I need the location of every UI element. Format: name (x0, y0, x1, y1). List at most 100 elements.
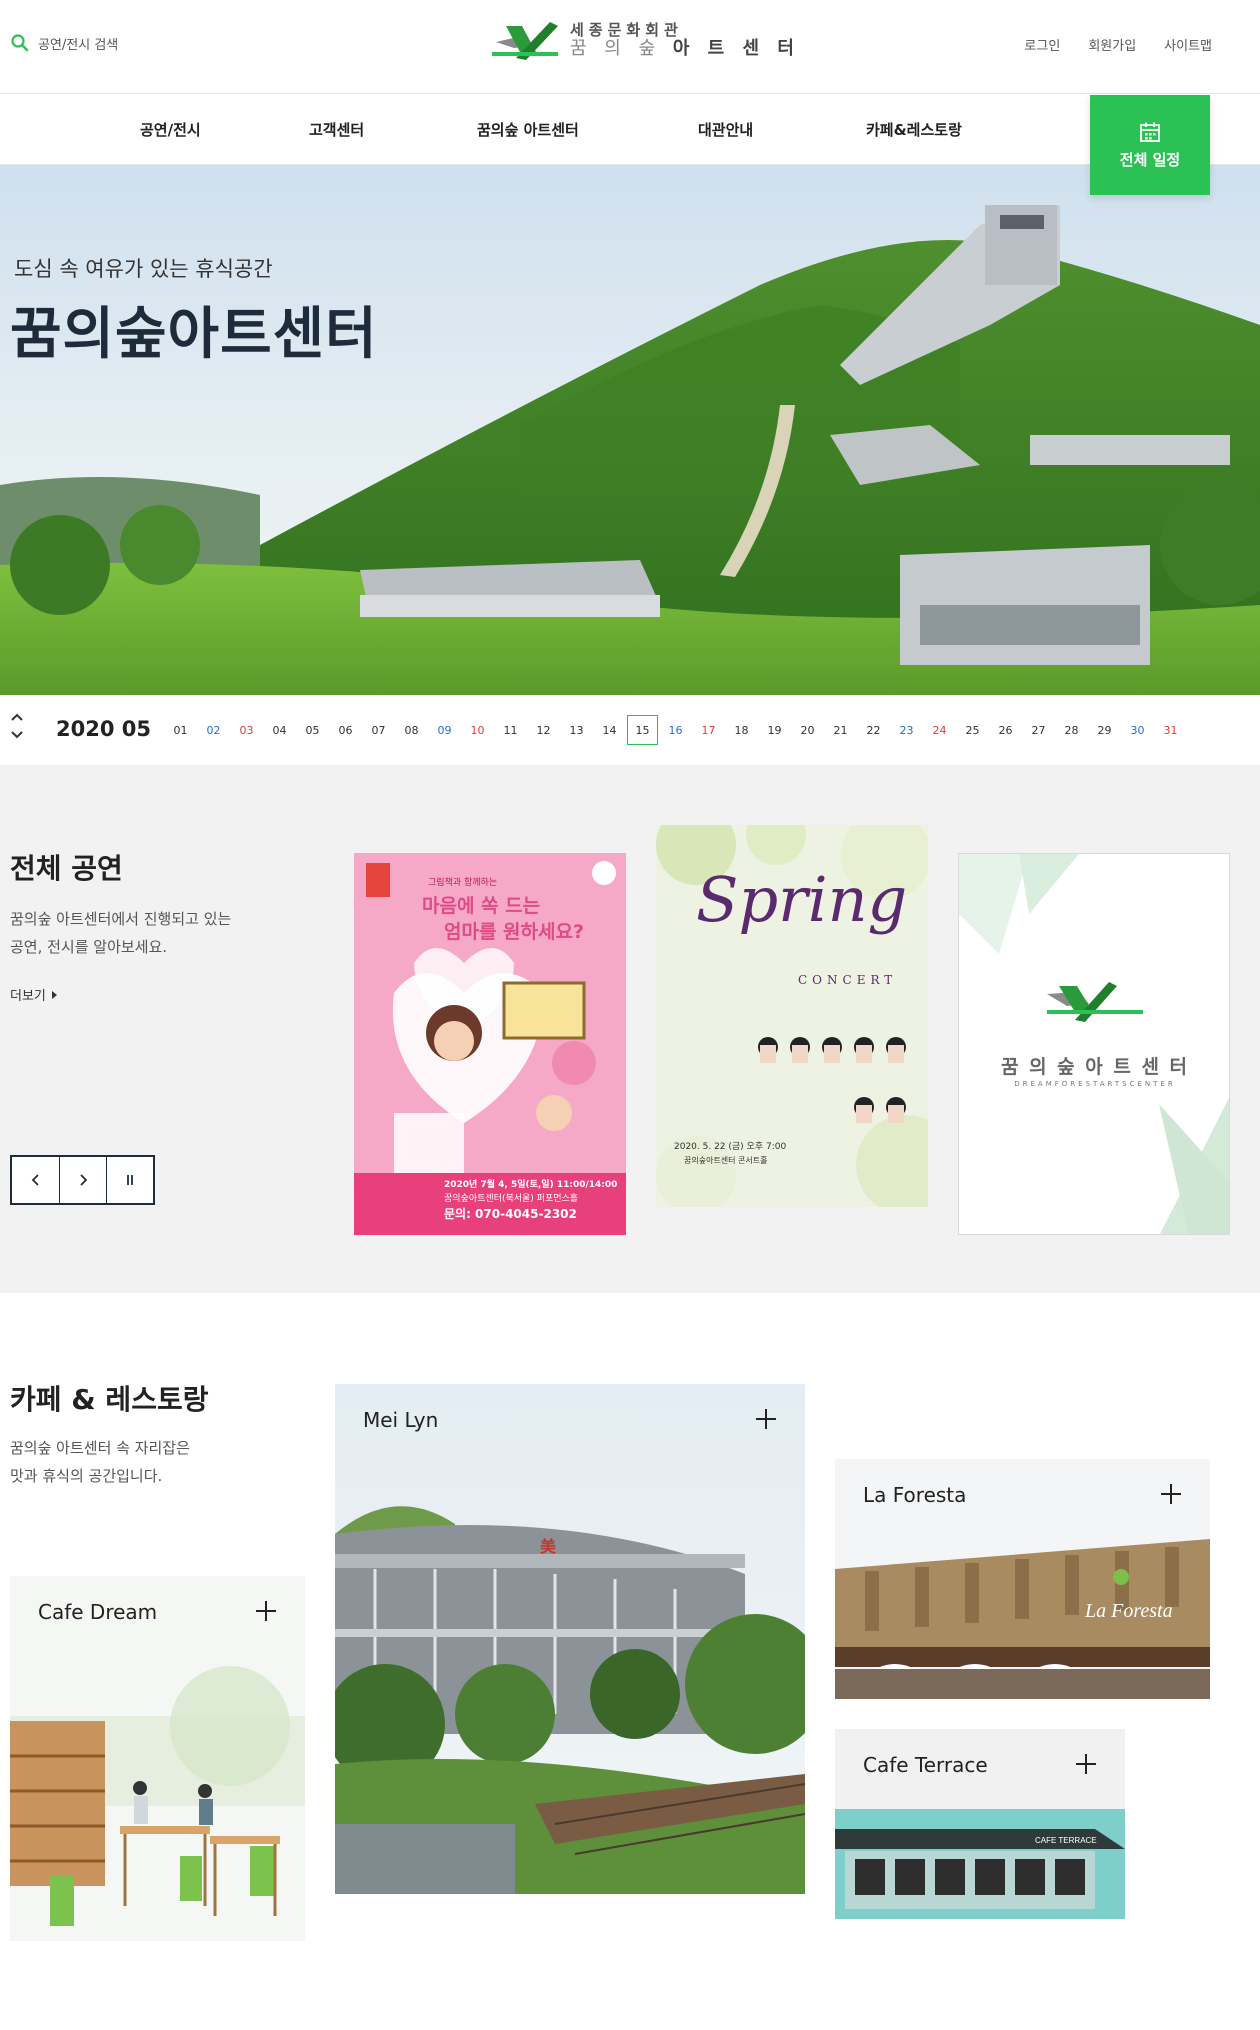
plus-icon[interactable] (255, 1600, 277, 1622)
search-box[interactable]: 공연/전시 검색 (10, 33, 118, 53)
calendar-day[interactable]: 14 (593, 715, 626, 745)
calendar-day[interactable]: 27 (1022, 715, 1055, 745)
plus-icon[interactable] (1160, 1483, 1182, 1505)
poster-brand: 꿈 의 숲 아 트 센 터 (1000, 1056, 1190, 1078)
sitemap-link[interactable]: 사이트맵 (1164, 35, 1212, 54)
card-cafe-dream[interactable]: Cafe Dream (10, 1576, 305, 1941)
calendar-day[interactable]: 07 (362, 715, 395, 745)
section-description: 꿈의숲 아트센터에서 진행되고 있는 공연, 전시를 알아보세요. (10, 910, 232, 956)
calendar-day[interactable]: 08 (395, 715, 428, 745)
hero-subtitle: 도심 속 여유가 있는 휴식공간 (14, 257, 273, 281)
calendar-day[interactable]: 05 (296, 715, 329, 745)
logo-mark-icon (492, 22, 558, 60)
year-month: 2020 05 (56, 717, 151, 741)
pause-icon (127, 1175, 133, 1185)
la-foresta-sign: La Foresta (1084, 1600, 1173, 1622)
search-label: 공연/전시 검색 (38, 37, 119, 53)
nav-item-cafe[interactable]: 카페&레스토랑 (866, 119, 962, 140)
calendar-day[interactable]: 25 (956, 715, 989, 745)
full-schedule-button[interactable]: 전체 일정 (1090, 95, 1210, 195)
poster-venue: 꿈의숲아트센터(북서울) 퍼포먼스홀 (444, 1194, 579, 1204)
calendar-day[interactable]: 31 (1154, 715, 1187, 745)
poster-placeholder-bg (959, 854, 1229, 1234)
calendar-day[interactable]: 18 (725, 715, 758, 745)
hero-title: 꿈의숲아트센터 (10, 302, 378, 367)
nav-item-performances[interactable]: 공연/전시 (140, 119, 201, 140)
poster-script-title: Spring (696, 863, 908, 936)
more-link[interactable]: 더보기 (10, 985, 57, 1004)
arrow-right-icon (51, 990, 57, 999)
poster-subtitle: CONCERT (798, 973, 898, 987)
card-mei-lyn[interactable]: 美 Mei Lyn (335, 1384, 805, 1894)
cafe-dream-photo (10, 1576, 305, 1941)
hero-banner: 도심 속 여유가 있는 휴식공간 꿈의숲아트센터 (0, 165, 1260, 695)
poster-date: 2020년 7월 4, 5일(토,일) 11:00/14:00 (444, 1180, 618, 1190)
calendar-day[interactable]: 12 (527, 715, 560, 745)
date-bar: 2020 05 01 02 03 04 05 06 07 08 09 10 11 12 13 14 15 16… (0, 695, 1260, 765)
calendar-day[interactable]: 21 (824, 715, 857, 745)
plus-icon[interactable] (1075, 1753, 1097, 1775)
nav-item-rental[interactable]: 대관안내 (698, 119, 753, 140)
poster-line1: 마음에 쏙 드는 (422, 895, 541, 917)
poster-mom-show[interactable]: 그림책과 함께하는 마음에 쏙 드는 엄마를 원하세요? 2020년 7월 4,… (354, 853, 626, 1235)
calendar-icon (1140, 122, 1160, 142)
card-title: Cafe Terrace (863, 1753, 988, 1777)
card-title: La Foresta (863, 1483, 967, 1507)
nav-item-customer-center[interactable]: 고객센터 (309, 119, 364, 140)
nav-item-art-center[interactable]: 꿈의숲 아트센터 (477, 119, 579, 140)
calendar-day[interactable]: 22 (857, 715, 890, 745)
logo-bottom-text: 꿈 의 숲 아 트 센 터 (570, 38, 800, 60)
card-cafe-terrace[interactable]: CAFE TERRACE Cafe Terrace (835, 1729, 1125, 1919)
card-title: Cafe Dream (38, 1600, 158, 1624)
poster-spring-concert[interactable]: Spring CONCERT 2020. 5. 22 (금) 오후 7:00 꿈… (656, 825, 928, 1207)
calendar-day[interactable]: 26 (989, 715, 1022, 745)
poster-placeholder[interactable]: 꿈 의 숲 아 트 센 터 DREAMFORESTARTSCENTER (958, 853, 1230, 1235)
poster-venue: 꿈의숲아트센터 콘서트홀 (684, 1156, 768, 1165)
calendar-day[interactable]: 20 (791, 715, 824, 745)
top-bar: 공연/전시 검색 세종문화회관 꿈 의 숲 아 트 센 터 로그인 회원가입 사… (0, 0, 1260, 94)
next-button[interactable] (59, 1157, 106, 1203)
card-la-foresta[interactable]: La Foresta La Foresta (835, 1459, 1210, 1699)
section-title: 전체 공연 (10, 852, 123, 885)
calendar-day[interactable]: 06 (329, 715, 362, 745)
calendar-day[interactable]: 28 (1055, 715, 1088, 745)
signup-link[interactable]: 회원가입 (1088, 35, 1136, 54)
pause-button[interactable] (106, 1157, 153, 1203)
calendar-day[interactable]: 15 (627, 715, 658, 745)
site-logo[interactable]: 세종문화회관 꿈 의 숲 아 트 센 터 (492, 18, 800, 64)
calendar-day[interactable]: 03 (230, 715, 263, 745)
logo-top-text: 세종문화회관 (570, 21, 683, 40)
poster-brand-en: DREAMFORESTARTSCENTER (1014, 1080, 1176, 1088)
calendar-day[interactable]: 29 (1088, 715, 1121, 745)
calendar-day[interactable]: 04 (263, 715, 296, 745)
cafe-section-title: 카페 & 레스토랑 (10, 1383, 209, 1416)
calendar-day[interactable]: 16 (659, 715, 692, 745)
calendar-day[interactable]: 01 (164, 715, 197, 745)
mei-lyn-photo: 美 (335, 1384, 805, 1894)
card-title: Mei Lyn (363, 1408, 439, 1432)
calendar-day[interactable]: 19 (758, 715, 791, 745)
hero-landscape-image (0, 165, 1260, 695)
calendar-day[interactable]: 13 (560, 715, 593, 745)
calendar-day[interactable]: 24 (923, 715, 956, 745)
calendar-day[interactable]: 23 (890, 715, 923, 745)
poster-phone: 문의: 070-4045-2302 (444, 1207, 577, 1221)
login-link[interactable]: 로그인 (1024, 35, 1060, 54)
chevron-left-icon (31, 1174, 39, 1186)
slider-controls (10, 1155, 155, 1205)
full-schedule-label: 전체 일정 (1119, 150, 1181, 169)
svg-text:美: 美 (540, 1537, 557, 1556)
search-icon (11, 34, 29, 52)
calendar-day[interactable]: 10 (461, 715, 494, 745)
plus-icon[interactable] (755, 1408, 777, 1430)
chevron-down-icon[interactable] (10, 729, 24, 741)
calendar-day[interactable]: 17 (692, 715, 725, 745)
calendar-day[interactable]: 11 (494, 715, 527, 745)
calendar-day[interactable]: 02 (197, 715, 230, 745)
calendar-day[interactable]: 30 (1121, 715, 1154, 745)
day-list: 01 02 03 04 05 06 07 08 09 10 11 12 13 14 15 16 17 18 19 20… (164, 715, 1187, 745)
performance-section: 전체 공연 꿈의숲 아트센터에서 진행되고 있는 공연, 전시를 알아보세요. … (0, 765, 1260, 1293)
prev-button[interactable] (12, 1157, 59, 1203)
chevron-up-icon[interactable] (10, 711, 24, 723)
calendar-day[interactable]: 09 (428, 715, 461, 745)
